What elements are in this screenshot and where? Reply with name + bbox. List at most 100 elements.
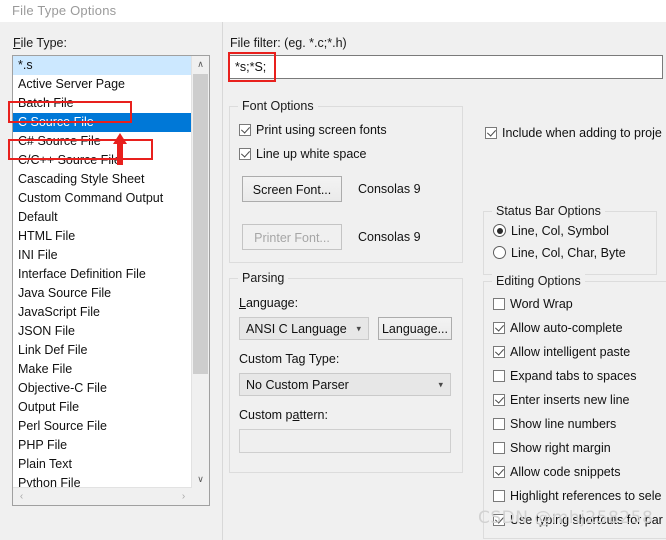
file-filter-label: File filter: (eg. *.c;*.h) <box>230 36 347 50</box>
chevron-up-icon[interactable]: ∧ <box>192 56 209 73</box>
list-item[interactable]: JSON File <box>13 322 192 341</box>
editing-option-label: Enter inserts new line <box>510 393 630 407</box>
language-combobox-value: ANSI C Language <box>246 321 347 336</box>
parsing-title: Parsing <box>238 271 289 285</box>
custom-tag-type-value: No Custom Parser <box>246 377 349 392</box>
list-item[interactable]: Cascading Style Sheet <box>13 170 192 189</box>
checkbox-icon[interactable] <box>493 322 505 334</box>
editing-option-allow-intelligent-paste[interactable]: Allow intelligent paste <box>493 345 630 360</box>
list-item[interactable]: Interface Definition File <box>13 265 192 284</box>
chevron-down-icon[interactable]: ▾ <box>438 379 443 390</box>
list-item[interactable]: Perl Source File <box>13 417 192 436</box>
vertical-scrollbar-thumb[interactable] <box>193 74 208 374</box>
editing-option-show-line-numbers[interactable]: Show line numbers <box>493 417 616 432</box>
file-type-pane: File Type: *.s Active Server Page Batch … <box>0 22 223 540</box>
editing-option-allow-auto-complete[interactable]: Allow auto-complete <box>493 321 623 336</box>
checkbox-icon[interactable] <box>493 490 505 502</box>
list-item[interactable]: INI File <box>13 246 192 265</box>
screen-font-button[interactable]: Screen Font... <box>242 176 342 202</box>
language-button[interactable]: Language... <box>378 317 452 340</box>
list-item[interactable]: JavaScript File <box>13 303 192 322</box>
editing-option-allow-code-snippets[interactable]: Allow code snippets <box>493 465 620 480</box>
list-item[interactable]: Objective-C File <box>13 379 192 398</box>
printer-font-button-label: Printer Font... <box>254 231 330 245</box>
language-combobox[interactable]: ANSI C Language ▾ <box>239 317 369 340</box>
list-vertical-scrollbar[interactable]: ∧ ∨ <box>191 56 209 488</box>
editing-option-highlight-references[interactable]: Highlight references to sele <box>493 489 661 504</box>
list-horizontal-scrollbar[interactable]: ‹ › <box>13 487 192 505</box>
custom-pattern-input[interactable] <box>239 429 451 453</box>
line-up-white-space-checkbox[interactable]: Line up white space <box>239 147 367 162</box>
editing-option-word-wrap[interactable]: Word Wrap <box>493 297 573 312</box>
printer-font-button[interactable]: Printer Font... <box>242 224 342 250</box>
list-item-c-source-file[interactable]: C Source File <box>13 113 192 132</box>
list-item[interactable]: *.s <box>13 56 192 75</box>
checkbox-icon[interactable] <box>493 394 505 406</box>
print-using-screen-fonts-label: Print using screen fonts <box>256 123 387 137</box>
list-item[interactable]: C# Source File <box>13 132 192 151</box>
checkbox-icon[interactable] <box>493 418 505 430</box>
file-type-list[interactable]: *.s Active Server Page Batch File C Sour… <box>13 56 192 488</box>
list-item[interactable]: Default <box>13 208 192 227</box>
custom-tag-type-combobox[interactable]: No Custom Parser ▾ <box>239 373 451 396</box>
list-item[interactable]: Plain Text <box>13 455 192 474</box>
screen-font-button-label: Screen Font... <box>252 183 332 197</box>
status-option-line-col-symbol[interactable]: Line, Col, Symbol <box>493 224 609 239</box>
list-item[interactable]: Custom Command Output <box>13 189 192 208</box>
list-item[interactable]: PHP File <box>13 436 192 455</box>
parsing-group: Parsing Language: ANSI C Language ▾ Lang… <box>229 271 463 473</box>
status-option-label: Line, Col, Symbol <box>511 224 609 238</box>
chevron-right-icon[interactable]: › <box>175 488 192 505</box>
list-item[interactable]: Batch File <box>13 94 192 113</box>
custom-pattern-label: Custom pattern: <box>239 408 328 422</box>
editing-option-label: Allow code snippets <box>510 465 621 479</box>
line-up-white-space-label: Line up white space <box>256 147 367 161</box>
printer-font-value: Consolas 9 <box>358 230 421 244</box>
editing-option-label: Expand tabs to spaces <box>510 369 637 383</box>
checkbox-icon[interactable] <box>239 148 251 160</box>
chevron-down-icon[interactable]: ▾ <box>356 323 361 334</box>
file-filter-input[interactable] <box>229 55 663 79</box>
watermark: CSDN @mhj258258 <box>478 508 654 528</box>
editing-options-group: Editing Options Word Wrap Allow auto-com… <box>483 274 666 539</box>
list-item[interactable]: Java Source File <box>13 284 192 303</box>
editing-option-label: Highlight references to sele <box>510 489 662 503</box>
status-option-line-col-char-byte[interactable]: Line, Col, Char, Byte <box>493 246 626 261</box>
checkbox-icon[interactable] <box>493 298 505 310</box>
language-label: Language: <box>239 296 299 310</box>
print-using-screen-fonts-checkbox[interactable]: Print using screen fonts <box>239 123 387 138</box>
checkbox-icon[interactable] <box>493 370 505 382</box>
options-pane: File filter: (eg. *.c;*.h) Include when … <box>223 22 666 540</box>
dialog-body: File Type: *.s Active Server Page Batch … <box>0 22 666 540</box>
list-item-c-cpp-source-file[interactable]: C/C++ Source File <box>13 151 192 170</box>
list-item[interactable]: Python File <box>13 474 192 488</box>
list-item[interactable]: Output File <box>13 398 192 417</box>
checkbox-icon[interactable] <box>493 442 505 454</box>
checkbox-icon[interactable] <box>493 346 505 358</box>
file-type-label: File Type: <box>13 36 67 50</box>
checkbox-icon[interactable] <box>239 124 251 136</box>
checkbox-icon[interactable] <box>485 127 497 139</box>
font-options-group: Font Options Print using screen fonts Li… <box>229 99 463 263</box>
editing-option-label: Allow intelligent paste <box>510 345 631 359</box>
editing-option-label: Allow auto-complete <box>510 321 623 335</box>
chevron-left-icon[interactable]: ‹ <box>13 488 30 505</box>
radio-icon[interactable] <box>493 224 506 237</box>
list-item[interactable]: Active Server Page <box>13 75 192 94</box>
list-item[interactable]: Make File <box>13 360 192 379</box>
editing-option-enter-inserts-new-line[interactable]: Enter inserts new line <box>493 393 630 408</box>
editing-option-label: Word Wrap <box>510 297 573 311</box>
editing-option-expand-tabs-to-spaces[interactable]: Expand tabs to spaces <box>493 369 636 384</box>
font-options-title: Font Options <box>238 99 318 113</box>
checkbox-icon[interactable] <box>493 466 505 478</box>
window-title: File Type Options <box>12 3 117 18</box>
editing-option-label: Show right margin <box>510 441 611 455</box>
radio-icon[interactable] <box>493 246 506 259</box>
file-type-listbox[interactable]: *.s Active Server Page Batch File C Sour… <box>12 55 210 506</box>
list-item[interactable]: HTML File <box>13 227 192 246</box>
chevron-down-icon[interactable]: ∨ <box>192 471 209 488</box>
editing-option-show-right-margin[interactable]: Show right margin <box>493 441 611 456</box>
list-item[interactable]: Link Def File <box>13 341 192 360</box>
include-when-adding-checkbox[interactable]: Include when adding to proje <box>485 126 662 141</box>
status-bar-options-title: Status Bar Options <box>492 204 605 218</box>
